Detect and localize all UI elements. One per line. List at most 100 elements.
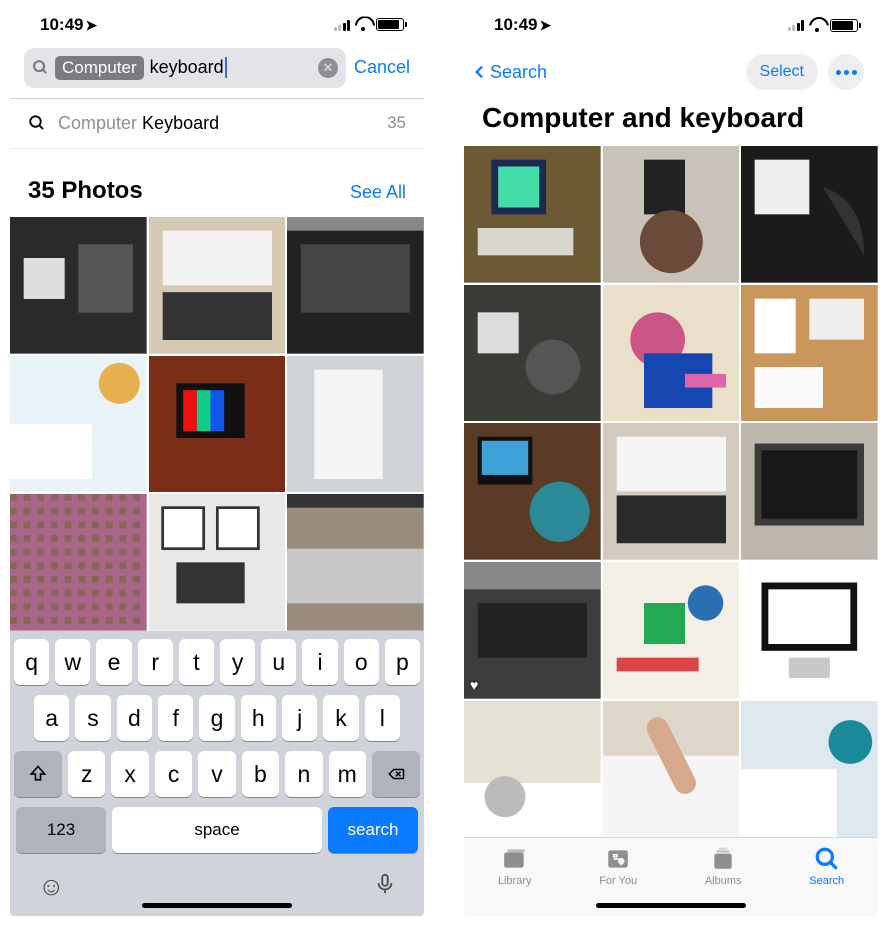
cell-signal-icon (334, 19, 351, 31)
key-w[interactable]: w (55, 639, 90, 685)
results-grid (10, 217, 424, 631)
foryou-icon (604, 846, 632, 872)
key-f[interactable]: f (158, 695, 193, 741)
wifi-icon (354, 18, 372, 31)
key-h[interactable]: h (241, 695, 276, 741)
photo-thumbnail[interactable] (464, 285, 601, 422)
search-input[interactable]: Computer keyboard ✕ (24, 48, 346, 88)
phone-results-screen: 10:49➤ Search Select Computer and keyboa… (464, 6, 878, 916)
photo-thumbnail[interactable] (741, 285, 878, 422)
phone-search-screen: 10:49➤ Computer keyboard ✕ Cancel Comput… (10, 6, 424, 916)
photo-grid: ♥ (464, 146, 878, 837)
photo-thumbnail[interactable] (603, 423, 740, 560)
onscreen-keyboard: qwertyuiop asdfghjkl zxcvbnm 123 space s… (10, 631, 424, 916)
photo-thumbnail[interactable] (603, 562, 740, 699)
key-x[interactable]: x (111, 751, 148, 797)
battery-icon (830, 19, 858, 32)
emoji-icon[interactable]: ☺ (38, 871, 65, 904)
ellipsis-icon (836, 70, 857, 75)
key-k[interactable]: k (323, 695, 358, 741)
search-key[interactable]: search (328, 807, 418, 853)
photo-thumbnail[interactable] (464, 146, 601, 283)
photo-thumbnail[interactable] (287, 356, 424, 493)
photo-thumbnail[interactable] (149, 356, 286, 493)
photo-thumbnail[interactable] (741, 562, 878, 699)
photo-thumbnail[interactable]: ♥ (464, 562, 601, 699)
key-b[interactable]: b (242, 751, 279, 797)
back-button[interactable]: Search (472, 61, 547, 83)
tab-albums[interactable]: Albums (705, 846, 742, 887)
key-m[interactable]: m (329, 751, 366, 797)
numbers-key[interactable]: 123 (16, 807, 106, 853)
key-e[interactable]: e (96, 639, 131, 685)
key-p[interactable]: p (385, 639, 420, 685)
search-token[interactable]: Computer (55, 56, 144, 80)
delete-key[interactable] (372, 751, 420, 797)
key-j[interactable]: j (282, 695, 317, 741)
status-bar: 10:49➤ (10, 6, 424, 44)
library-icon (501, 846, 529, 872)
home-indicator[interactable] (596, 903, 746, 908)
photo-thumbnail[interactable] (287, 217, 424, 354)
key-g[interactable]: g (199, 695, 234, 741)
photo-thumbnail[interactable] (741, 146, 878, 283)
photo-thumbnail[interactable] (10, 494, 147, 631)
status-bar: 10:49➤ (464, 6, 878, 44)
chevron-left-icon (472, 61, 488, 83)
photo-thumbnail[interactable] (741, 423, 878, 560)
key-y[interactable]: y (220, 639, 255, 685)
more-button[interactable] (828, 54, 864, 90)
albums-icon (709, 846, 737, 872)
favorite-icon: ♥ (470, 677, 478, 693)
key-o[interactable]: o (344, 639, 379, 685)
wifi-icon (808, 19, 826, 32)
key-a[interactable]: a (34, 695, 69, 741)
photo-thumbnail[interactable] (10, 356, 147, 493)
space-key[interactable]: space (112, 807, 322, 853)
photo-thumbnail[interactable] (603, 146, 740, 283)
photo-thumbnail[interactable] (464, 701, 601, 838)
key-u[interactable]: u (261, 639, 296, 685)
search-icon (32, 59, 49, 76)
key-t[interactable]: t (179, 639, 214, 685)
mic-icon[interactable] (374, 871, 396, 904)
photo-thumbnail[interactable] (149, 494, 286, 631)
key-s[interactable]: s (75, 695, 110, 741)
clear-icon[interactable]: ✕ (318, 58, 338, 78)
key-n[interactable]: n (285, 751, 322, 797)
key-r[interactable]: r (138, 639, 173, 685)
status-time: 10:49➤ (494, 15, 551, 35)
location-icon: ➤ (85, 17, 97, 33)
tab-foryou[interactable]: For You (599, 846, 637, 887)
cancel-button[interactable]: Cancel (354, 57, 410, 78)
search-icon (28, 114, 46, 132)
photo-thumbnail[interactable] (603, 285, 740, 422)
suggestion-count: 35 (387, 113, 406, 133)
key-i[interactable]: i (302, 639, 337, 685)
results-header: 35 Photos See All (10, 149, 424, 217)
key-c[interactable]: c (155, 751, 192, 797)
select-button[interactable]: Select (746, 54, 818, 90)
page-title: Computer and keyboard (464, 96, 878, 146)
results-title: 35 Photos (28, 177, 143, 205)
photo-thumbnail[interactable] (464, 423, 601, 560)
status-time: 10:49➤ (40, 15, 97, 35)
battery-icon (376, 18, 404, 31)
key-d[interactable]: d (117, 695, 152, 741)
photo-thumbnail[interactable] (10, 217, 147, 354)
key-l[interactable]: l (365, 695, 400, 741)
photo-thumbnail[interactable] (149, 217, 286, 354)
key-z[interactable]: z (68, 751, 105, 797)
photo-thumbnail[interactable] (603, 701, 740, 838)
tab-library[interactable]: Library (498, 846, 532, 887)
photo-thumbnail[interactable] (287, 494, 424, 631)
key-v[interactable]: v (198, 751, 235, 797)
key-q[interactable]: q (14, 639, 49, 685)
shift-key[interactable] (14, 751, 62, 797)
search-suggestion[interactable]: Computer Keyboard 35 (10, 99, 424, 149)
photo-thumbnail[interactable] (741, 701, 878, 838)
tab-search[interactable]: Search (809, 846, 844, 887)
nav-bar: Search Select (464, 44, 878, 96)
home-indicator[interactable] (142, 903, 292, 908)
see-all-button[interactable]: See All (350, 182, 406, 203)
